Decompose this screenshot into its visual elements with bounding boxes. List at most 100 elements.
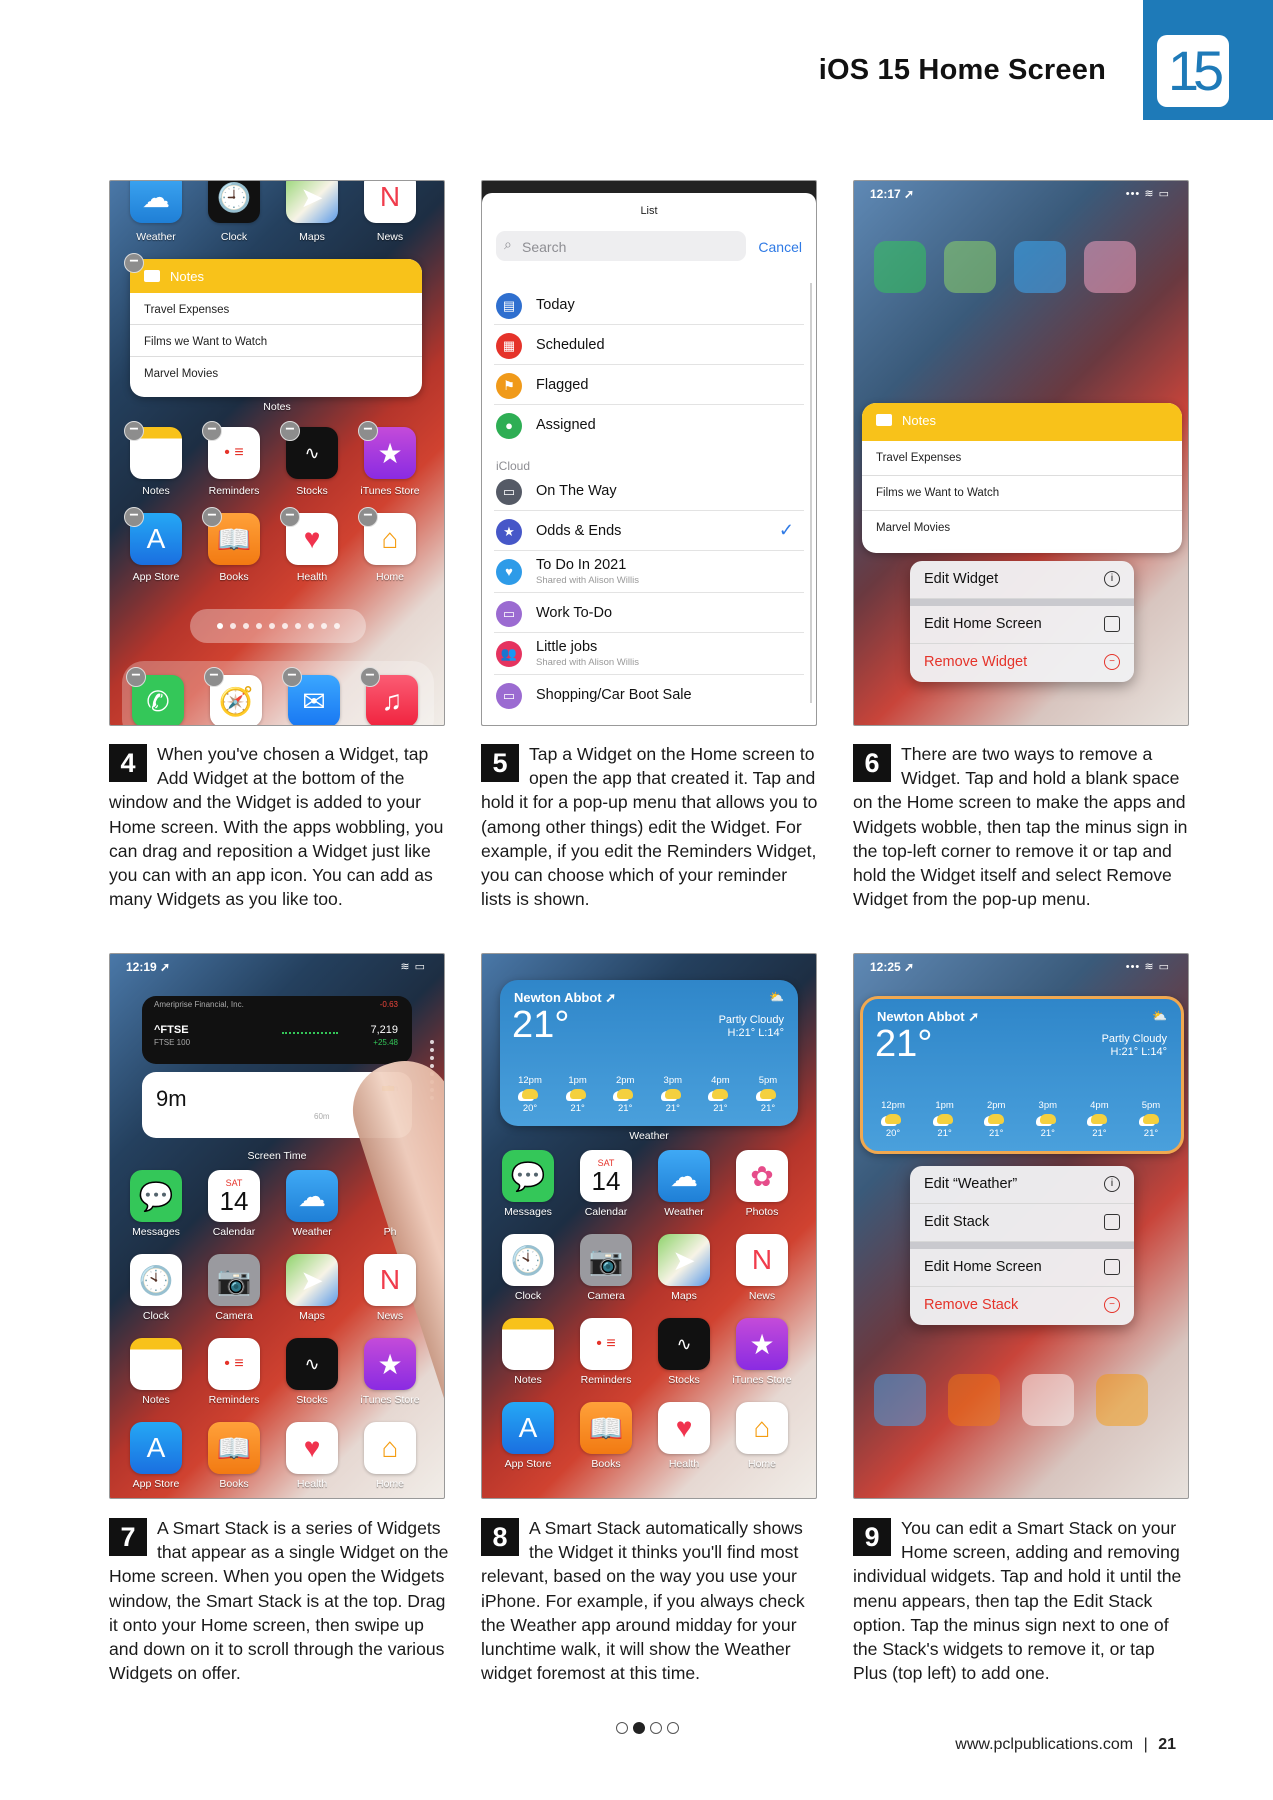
phone-icon (1104, 1259, 1120, 1275)
edit-stack-menu-item[interactable]: Edit Stack (910, 1204, 1134, 1242)
app-store-app-icon[interactable]: A (502, 1402, 554, 1454)
list-item[interactable]: ⚑ Flagged (494, 365, 804, 405)
maps-app-icon[interactable]: ➤ (286, 1254, 338, 1306)
messages-app-icon[interactable]: 💬 (130, 1170, 182, 1222)
notes-app-icon[interactable] (130, 1338, 182, 1390)
edit-home-screen-menu-item[interactable]: Edit Home Screen (910, 599, 1134, 644)
heart-icon: ♥ (496, 559, 522, 585)
note-item[interactable]: Travel Expenses (862, 441, 1182, 476)
list-item[interactable]: ▭ Work To-Do (494, 593, 804, 633)
remove-minus-button[interactable]: − (358, 507, 378, 527)
weather-app-icon[interactable]: ☁ (286, 1170, 338, 1222)
note-item[interactable]: Marvel Movies (862, 511, 1182, 546)
photos-app-icon[interactable]: ✿ (736, 1150, 788, 1202)
app-label: Stocks (668, 1374, 700, 1386)
home-app-icon[interactable]: ⌂ (364, 1422, 416, 1474)
remove-stack-menu-item[interactable]: Remove Stack − (910, 1287, 1134, 1325)
weather-widget[interactable]: Newton Abbot ➚ ⛅ 21° Partly Cloudy H:21° … (500, 980, 798, 1126)
chapter-tab: 15 (1143, 0, 1273, 120)
remove-minus-button[interactable]: − (202, 507, 222, 527)
news-app-icon[interactable]: N (736, 1234, 788, 1286)
news-app-icon[interactable]: N (364, 181, 416, 223)
reminders-app-icon[interactable]: • ≡ (208, 1338, 260, 1390)
books-app-icon[interactable]: 📖 (208, 1422, 260, 1474)
screen-time-value: 9m (156, 1086, 187, 1111)
remove-minus-button[interactable]: − (280, 507, 300, 527)
clock-app-icon[interactable]: 🕙 (130, 1254, 182, 1306)
app-label: Clock (514, 1290, 542, 1302)
camera-app-icon[interactable]: 📷 (208, 1254, 260, 1306)
list-item[interactable]: ▦ Scheduled (494, 325, 804, 365)
weather-conditions: Partly Cloudy H:21° L:14° (718, 1014, 784, 1039)
stocks-app-icon[interactable]: ∿ (286, 1338, 338, 1390)
itunes-store-app-icon[interactable]: ★ (736, 1318, 788, 1370)
list-item[interactable]: ♥ To Do In 2021 Shared with Alison Willis (494, 551, 804, 593)
list-item[interactable]: ▭ Shopping/Car Boot Sale (494, 675, 804, 715)
screenshot-9: 12:25 ➚ ••• ≋ ▭ Newton Abbot ➚ ⛅ 21° Par… (853, 953, 1189, 1499)
scrollbar[interactable] (810, 283, 812, 703)
list-item[interactable]: ★ Odds & Ends ✓ (494, 511, 804, 551)
itunes-store-app-icon[interactable]: ★ (364, 1338, 416, 1390)
page-title: iOS 15 Home Screen (818, 54, 1106, 86)
edit-home-screen-menu-item[interactable]: Edit Home Screen (910, 1242, 1134, 1287)
caption-text: A Smart Stack is a series of Widgets tha… (109, 1518, 449, 1684)
news-app-icon[interactable]: N (364, 1254, 416, 1306)
page-dots[interactable] (190, 609, 366, 643)
remove-minus-button[interactable]: − (124, 253, 144, 273)
notes-widget[interactable]: Notes Travel Expenses Films we Want to W… (862, 403, 1182, 553)
screenshot-4: ☁ 🕘 ➤ N Weather Clock Maps News Notes Tr… (109, 180, 445, 726)
app-store-app-icon[interactable]: A (130, 1422, 182, 1474)
books-app-icon[interactable]: 📖 (580, 1402, 632, 1454)
messages-app-icon[interactable]: 💬 (502, 1150, 554, 1202)
remove-minus-button[interactable]: − (204, 667, 224, 687)
calendar-app-icon[interactable]: SAT 14 (208, 1170, 260, 1222)
remove-minus-button[interactable]: − (358, 421, 378, 441)
maps-app-icon[interactable]: ➤ (658, 1234, 710, 1286)
remove-minus-button[interactable]: − (202, 421, 222, 441)
stocks-app-icon[interactable]: ∿ (658, 1318, 710, 1370)
remove-widget-menu-item[interactable]: Remove Widget − (910, 644, 1134, 682)
health-app-icon[interactable]: ♥ (286, 1422, 338, 1474)
maps-app-icon[interactable]: ➤ (286, 181, 338, 223)
step-number: 4 (109, 744, 147, 782)
list-item[interactable]: ▭ On The Way (494, 471, 804, 511)
remove-minus-button[interactable]: − (282, 667, 302, 687)
note-item[interactable]: Films we Want to Watch (130, 325, 422, 357)
remove-minus-button[interactable]: − (360, 667, 380, 687)
list-item[interactable]: 👥 Little jobs Shared with Alison Willis (494, 633, 804, 675)
remove-minus-button[interactable]: − (124, 507, 144, 527)
footer: www.pclpublications.com | 21 (820, 1736, 1176, 1754)
edit-widget-menu-item[interactable]: Edit Widget i (910, 561, 1134, 599)
edit-weather-menu-item[interactable]: Edit “Weather” i (910, 1166, 1134, 1204)
weather-app-icon[interactable]: ☁ (658, 1150, 710, 1202)
stack-context-menu: Edit “Weather” i Edit Stack Edit Home Scr… (910, 1166, 1134, 1325)
note-item[interactable]: Marvel Movies (130, 357, 422, 389)
home-app-icon[interactable]: ⌂ (736, 1402, 788, 1454)
camera-app-icon[interactable]: 📷 (580, 1234, 632, 1286)
app-label: Weather (292, 1226, 332, 1238)
clock-app-icon[interactable]: 🕙 (502, 1234, 554, 1286)
clock-app-icon[interactable]: 🕘 (208, 181, 260, 223)
publisher-url[interactable]: www.pclpublications.com (955, 1736, 1133, 1753)
remove-minus-button[interactable]: − (124, 421, 144, 441)
weather-app-icon[interactable]: ☁ (130, 181, 182, 223)
people-icon: 👥 (496, 641, 522, 667)
weather-temp: 21° (512, 1004, 570, 1046)
stocks-widget[interactable]: Ameriprise Financial, Inc. -0.63 ^FTSE F… (142, 996, 412, 1064)
remove-minus-button[interactable]: − (280, 421, 300, 441)
list-item[interactable]: ● Assigned (494, 405, 804, 445)
notes-app-icon[interactable] (502, 1318, 554, 1370)
app-label: Health (296, 1478, 328, 1490)
cancel-button[interactable]: Cancel (758, 239, 802, 255)
note-item[interactable]: Travel Expenses (130, 293, 422, 325)
weather-widget[interactable]: Newton Abbot ➚ ⛅ 21° Partly Cloudy H:21° … (860, 996, 1184, 1154)
note-item[interactable]: Films we Want to Watch (862, 476, 1182, 511)
health-app-icon[interactable]: ♥ (658, 1402, 710, 1454)
remove-minus-button[interactable]: − (126, 667, 146, 687)
reminders-app-icon[interactable]: • ≡ (580, 1318, 632, 1370)
list-item[interactable]: ▤ Today (494, 285, 804, 325)
notes-widget[interactable]: Notes Travel Expenses Films we Want to W… (130, 259, 422, 397)
app-label: Messages (504, 1206, 552, 1218)
calendar-app-icon[interactable]: SAT 14 (580, 1150, 632, 1202)
search-input[interactable]: ⌕ Search (496, 231, 746, 261)
